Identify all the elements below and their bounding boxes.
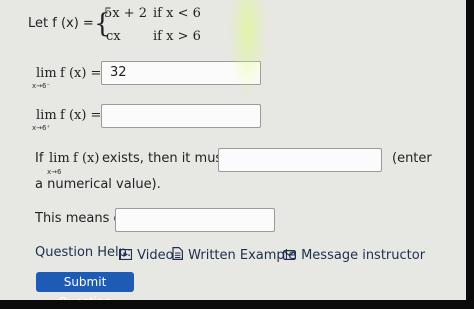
piece2-expr: cx — [106, 29, 121, 44]
document-icon — [172, 245, 183, 264]
q4-answer-field[interactable] — [115, 208, 275, 232]
monitor-bezel-bottom — [0, 300, 474, 309]
envelope-icon — [283, 245, 297, 264]
q3-line2: a numerical value). — [35, 177, 161, 192]
video-icon — [118, 245, 133, 264]
q2-lim: lim — [36, 108, 57, 123]
piece1-cond: if x < 6 — [153, 6, 201, 21]
piece2-cond: if x > 6 — [153, 29, 201, 44]
q3-lim: lim — [49, 151, 70, 166]
message-instructor-link-label: Message instructor — [301, 248, 426, 263]
q1-answer-field[interactable]: 32 — [101, 61, 261, 85]
q3-limit-subscript: x→6 — [47, 168, 62, 176]
question-panel: Let f (x) = { 5x + 2 if x < 6 cx if x > … — [0, 0, 466, 300]
q2-function: f (x) = — [60, 108, 102, 123]
video-link-label: Video — [137, 248, 174, 263]
video-link[interactable]: Video — [118, 244, 174, 264]
written-example-link-label: Written Example — [188, 248, 297, 263]
let-label: Let f (x) = — [28, 16, 94, 31]
message-instructor-link[interactable]: Message instructor — [283, 244, 425, 264]
q3-function: f (x) — [73, 151, 100, 166]
written-example-link[interactable]: Written Example — [172, 244, 296, 264]
q3-suffix: (enter — [392, 151, 432, 166]
q1-limit-subscript: x→6⁻ — [32, 82, 51, 90]
screen-glare — [228, 0, 268, 100]
monitor-bezel-right — [466, 0, 474, 309]
q2-limit-subscript: x→6⁺ — [32, 124, 51, 132]
q1-lim: lim — [36, 66, 57, 81]
q1-function: f (x) = — [60, 66, 102, 81]
q1-answer-value: 32 — [110, 65, 127, 80]
q3-answer-field[interactable] — [218, 148, 382, 172]
question-help-label: Question Help: — [35, 245, 132, 260]
piece1-expr: 5x + 2 — [104, 6, 148, 21]
q3-prefix: If — [35, 151, 44, 166]
q2-answer-field[interactable] — [101, 104, 261, 128]
submit-question-button[interactable]: Submit Question — [36, 272, 134, 300]
